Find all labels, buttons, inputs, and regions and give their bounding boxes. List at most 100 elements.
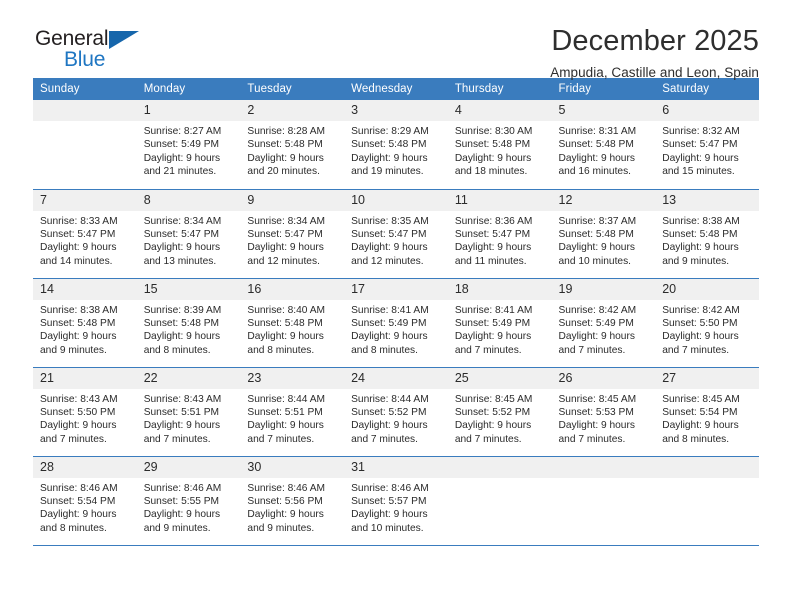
day-cell-inner: 10 Sunrise: 8:35 AM Sunset: 5:47 PM Dayligh… <box>344 189 448 278</box>
daylight-text-line2: and 7 minutes. <box>558 344 626 356</box>
day-number: 31 <box>344 456 448 478</box>
calendar-day-cell[interactable]: 16 Sunrise: 8:40 AM Sunset: 5:48 PM Dayligh… <box>240 278 345 368</box>
day-cell-inner: 7 Sunrise: 8:33 AM Sunset: 5:47 PM Daylight… <box>33 189 137 278</box>
daylight-text-line2: and 8 minutes. <box>662 433 730 445</box>
day-cell-inner: 3 Sunrise: 8:29 AM Sunset: 5:48 PM Daylight… <box>344 100 448 189</box>
daylight-text-line1: Daylight: 9 hours <box>143 509 221 521</box>
day-cell-inner: 22 Sunrise: 8:43 AM Sunset: 5:51 PM Dayligh… <box>136 367 241 456</box>
sunrise-text: Sunrise: 8:45 AM <box>558 393 637 405</box>
sunset-text: Sunset: 5:48 PM <box>558 139 634 151</box>
daylight-text-line2: and 21 minutes. <box>143 166 217 178</box>
sunrise-text: Sunrise: 8:42 AM <box>662 304 740 316</box>
sunrise-text: Sunrise: 8:44 AM <box>351 393 429 405</box>
calendar-day-cell[interactable]: 26 Sunrise: 8:45 AM Sunset: 5:53 PM Dayligh… <box>551 367 656 457</box>
day-cell-inner: 25 Sunrise: 8:45 AM Sunset: 5:52 PM Dayligh… <box>447 367 552 456</box>
calendar-day-cell[interactable]: 29 Sunrise: 8:46 AM Sunset: 5:55 PM Dayligh… <box>136 456 241 546</box>
daylight-text-line2: and 19 minutes. <box>351 166 424 178</box>
day-number: 29 <box>136 456 241 478</box>
day-number: 2 <box>240 100 345 121</box>
sun-info: Sunrise: 8:27 AM Sunset: 5:49 PM Daylight:… <box>137 121 241 179</box>
daylight-text-line2: and 7 minutes. <box>351 433 418 445</box>
daylight-text-line1: Daylight: 9 hours <box>454 420 532 432</box>
calendar-day-cell[interactable]: 6 Sunrise: 8:32 AM Sunset: 5:47 PM Daylight… <box>655 100 759 190</box>
sunrise-text: Sunrise: 8:29 AM <box>351 126 429 137</box>
daylight-text-line2: and 7 minutes. <box>454 344 522 356</box>
calendar-day-cell[interactable]: 15 Sunrise: 8:39 AM Sunset: 5:48 PM Dayligh… <box>136 278 241 368</box>
day-number <box>655 456 759 478</box>
calendar-day-cell[interactable]: 28 Sunrise: 8:46 AM Sunset: 5:54 PM Dayligh… <box>33 456 137 546</box>
calendar-day-cell[interactable]: 7 Sunrise: 8:33 AM Sunset: 5:47 PM Daylight… <box>33 189 137 279</box>
calendar-day-cell[interactable]: 23 Sunrise: 8:44 AM Sunset: 5:51 PM Dayligh… <box>240 367 345 457</box>
sun-info: Sunrise: 8:32 AM Sunset: 5:47 PM Daylight:… <box>655 121 759 179</box>
calendar-week-row: 14 Sunrise: 8:38 AM Sunset: 5:48 PM Dayligh… <box>33 278 759 368</box>
sunrise-text: Sunrise: 8:40 AM <box>247 304 325 316</box>
weekday-header-friday: Friday <box>551 78 656 100</box>
calendar-day-cell[interactable]: 27 Sunrise: 8:45 AM Sunset: 5:54 PM Dayligh… <box>655 367 759 457</box>
calendar-day-cell[interactable]: 17 Sunrise: 8:41 AM Sunset: 5:49 PM Dayligh… <box>344 278 448 368</box>
sunset-text: Sunset: 5:51 PM <box>247 406 323 418</box>
day-number: 9 <box>240 189 345 211</box>
day-number <box>33 100 137 121</box>
sunrise-text: Sunrise: 8:39 AM <box>143 304 222 316</box>
sunset-text: Sunset: 5:54 PM <box>40 495 116 507</box>
calendar-day-cell[interactable]: 8 Sunrise: 8:34 AM Sunset: 5:47 PM Daylight… <box>136 189 241 279</box>
sunrise-text: Sunrise: 8:45 AM <box>662 393 740 405</box>
sun-info: Sunrise: 8:38 AM Sunset: 5:48 PM Daylight:… <box>33 300 137 358</box>
calendar-day-cell[interactable]: 18 Sunrise: 8:41 AM Sunset: 5:49 PM Dayligh… <box>447 278 552 368</box>
sun-info: Sunrise: 8:44 AM Sunset: 5:52 PM Daylight:… <box>344 389 448 447</box>
calendar-day-cell[interactable]: 11 Sunrise: 8:36 AM Sunset: 5:47 PM Dayligh… <box>447 189 552 279</box>
calendar-day-cell[interactable]: 30 Sunrise: 8:46 AM Sunset: 5:56 PM Dayligh… <box>240 456 345 546</box>
calendar-day-cell[interactable]: 25 Sunrise: 8:45 AM Sunset: 5:52 PM Dayligh… <box>447 367 552 457</box>
daylight-text-line1: Daylight: 9 hours <box>558 331 635 343</box>
sunrise-text: Sunrise: 8:45 AM <box>454 393 533 405</box>
day-number: 19 <box>551 278 656 300</box>
calendar-day-cell[interactable]: 12 Sunrise: 8:37 AM Sunset: 5:48 PM Dayligh… <box>551 189 656 279</box>
daylight-text-line1: Daylight: 9 hours <box>143 242 221 254</box>
calendar-day-cell[interactable]: 9 Sunrise: 8:34 AM Sunset: 5:47 PM Daylight… <box>240 189 345 279</box>
calendar-day-cell[interactable]: 13 Sunrise: 8:38 AM Sunset: 5:48 PM Dayligh… <box>655 189 759 279</box>
daylight-text-line1: Daylight: 9 hours <box>558 420 635 432</box>
day-number: 12 <box>551 189 656 211</box>
calendar-day-cell[interactable]: 14 Sunrise: 8:38 AM Sunset: 5:48 PM Dayligh… <box>33 278 137 368</box>
daylight-text-line1: Daylight: 9 hours <box>662 331 739 343</box>
sunset-text: Sunset: 5:55 PM <box>143 495 220 507</box>
sun-info: Sunrise: 8:41 AM Sunset: 5:49 PM Daylight:… <box>448 300 552 358</box>
calendar-day-cell[interactable]: 20 Sunrise: 8:42 AM Sunset: 5:50 PM Dayligh… <box>655 278 759 368</box>
calendar-day-cell[interactable]: 21 Sunrise: 8:43 AM Sunset: 5:50 PM Dayligh… <box>33 367 137 457</box>
sunset-text: Sunset: 5:48 PM <box>247 317 323 329</box>
sunrise-text: Sunrise: 8:43 AM <box>40 393 118 405</box>
day-cell-inner: 4 Sunrise: 8:30 AM Sunset: 5:48 PM Daylight… <box>447 100 552 189</box>
daylight-text-line1: Daylight: 9 hours <box>247 242 324 254</box>
calendar-day-cell[interactable]: 10 Sunrise: 8:35 AM Sunset: 5:47 PM Dayligh… <box>344 189 448 279</box>
calendar-day-cell[interactable]: 3 Sunrise: 8:29 AM Sunset: 5:48 PM Daylight… <box>344 100 448 190</box>
sun-info: Sunrise: 8:36 AM Sunset: 5:47 PM Daylight:… <box>448 211 552 269</box>
daylight-text-line1: Daylight: 9 hours <box>247 420 324 432</box>
calendar-day-cell[interactable]: 5 Sunrise: 8:31 AM Sunset: 5:48 PM Daylight… <box>551 100 656 190</box>
sunset-text: Sunset: 5:48 PM <box>247 139 323 151</box>
daylight-text-line1: Daylight: 9 hours <box>247 152 324 164</box>
daylight-text-line2: and 9 minutes. <box>143 522 211 534</box>
sunrise-text: Sunrise: 8:46 AM <box>351 482 429 494</box>
sunset-text: Sunset: 5:47 PM <box>662 139 738 151</box>
day-cell-inner: 31 Sunrise: 8:46 AM Sunset: 5:57 PM Dayligh… <box>344 456 448 545</box>
sunrise-text: Sunrise: 8:46 AM <box>143 482 222 494</box>
calendar-day-cell[interactable]: 31 Sunrise: 8:46 AM Sunset: 5:57 PM Dayligh… <box>344 456 448 546</box>
day-cell-inner <box>655 456 759 545</box>
sunset-text: Sunset: 5:47 PM <box>40 228 116 240</box>
daylight-text-line2: and 7 minutes. <box>40 433 107 445</box>
daylight-text-line2: and 9 minutes. <box>247 522 315 534</box>
calendar-day-cell[interactable]: 4 Sunrise: 8:30 AM Sunset: 5:48 PM Daylight… <box>447 100 552 190</box>
calendar-body: 1 Sunrise: 8:27 AM Sunset: 5:49 PM Daylight… <box>33 100 759 546</box>
calendar-day-cell[interactable]: 24 Sunrise: 8:44 AM Sunset: 5:52 PM Dayligh… <box>344 367 448 457</box>
calendar-day-cell[interactable]: 2 Sunrise: 8:28 AM Sunset: 5:48 PM Daylight… <box>240 100 345 190</box>
daylight-text-line2: and 7 minutes. <box>454 433 522 445</box>
daylight-text-line2: and 8 minutes. <box>351 344 418 356</box>
day-number: 26 <box>551 367 656 389</box>
day-cell-inner: 8 Sunrise: 8:34 AM Sunset: 5:47 PM Daylight… <box>136 189 241 278</box>
calendar-day-cell[interactable]: 22 Sunrise: 8:43 AM Sunset: 5:51 PM Dayligh… <box>136 367 241 457</box>
sunset-text: Sunset: 5:54 PM <box>662 406 738 418</box>
calendar-day-cell[interactable]: 1 Sunrise: 8:27 AM Sunset: 5:49 PM Daylight… <box>136 100 241 190</box>
general-blue-logo[interactable]: General Blue <box>33 26 153 78</box>
day-cell-inner: 16 Sunrise: 8:40 AM Sunset: 5:48 PM Dayligh… <box>240 278 345 367</box>
calendar-day-cell[interactable]: 19 Sunrise: 8:42 AM Sunset: 5:49 PM Dayligh… <box>551 278 656 368</box>
